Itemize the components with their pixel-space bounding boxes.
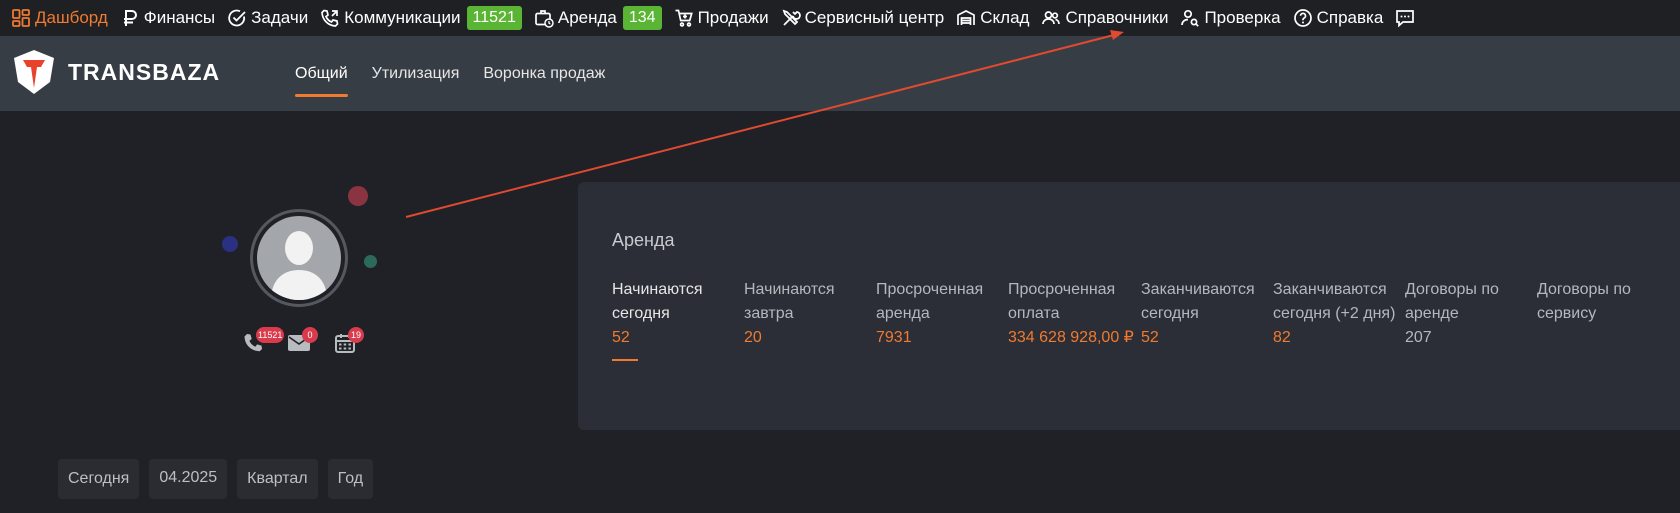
logo-text: TRANSBAZA — [68, 58, 221, 85]
stat-label: Просроченная аренда — [876, 281, 984, 322]
stat-overdue-rent[interactable]: Просроченная аренда 7931 — [876, 278, 1006, 350]
stat-label: Начинаются завтра — [744, 281, 835, 322]
user-placeholder-icon — [271, 231, 327, 300]
nav-label: Коммуникации — [344, 7, 461, 27]
decor-dot-green — [364, 255, 377, 268]
nav-item-communications[interactable]: Коммуникации 11521 — [320, 0, 522, 35]
period-selector: Сегодня 04.2025 Квартал Год — [58, 459, 383, 499]
nav-item-rent[interactable]: Аренда 134 — [534, 0, 662, 35]
calls-count-badge: 11521 — [256, 327, 285, 343]
nav-label: Задачи — [251, 7, 309, 27]
communications-count-badge: 11521 — [466, 5, 522, 30]
stat-label: Просроченная оплата — [1008, 281, 1116, 322]
stat-rent-contracts[interactable]: Договоры по аренде 207 — [1405, 278, 1525, 350]
stat-starting-tomorrow[interactable]: Начинаются завтра 20 — [744, 278, 874, 350]
logo[interactable]: TRANSBAZA — [10, 48, 220, 96]
stat-label: Заканчиваются сегодня (+2 дня) — [1273, 281, 1396, 322]
stat-value: 52 — [612, 329, 630, 346]
stat-service-contracts[interactable]: Договоры по сервису — [1537, 278, 1657, 326]
rent-stats-card: Аренда Начинаются сегодня 52 Начинаются … — [578, 182, 1680, 430]
period-today-button[interactable]: Сегодня — [58, 459, 140, 499]
check-circle-icon — [227, 8, 247, 28]
nav-item-finance[interactable]: Финансы — [120, 0, 215, 35]
tab-utilization[interactable]: Утилизация — [372, 36, 460, 111]
phone-icon — [320, 8, 340, 28]
tab-general[interactable]: Общий — [295, 36, 348, 111]
stat-value: 207 — [1405, 329, 1432, 346]
stat-value: 52 — [1141, 329, 1159, 346]
nav-item-warehouse[interactable]: Склад — [956, 0, 1029, 35]
nav-label: Дашборд — [35, 7, 108, 27]
nav-label: Проверка — [1204, 7, 1281, 27]
chat-button[interactable] — [1395, 0, 1419, 35]
stat-label: Договоры по аренде — [1405, 281, 1499, 322]
nav-item-service-center[interactable]: Сервисный центр — [781, 0, 945, 35]
nav-label: Сервисный центр — [804, 7, 945, 27]
period-quarter-button[interactable]: Квартал — [237, 459, 318, 499]
calendar-button[interactable]: 19 — [332, 327, 364, 356]
warehouse-icon — [956, 8, 976, 28]
stat-value: 7931 — [876, 329, 912, 346]
header-tabs: Общий Утилизация Воронка продаж — [295, 36, 629, 111]
profile-shortcuts: 11521 0 19 — [240, 327, 378, 356]
stat-value: 334 628 928,00 ₽ — [1008, 329, 1134, 346]
cart-icon — [674, 8, 694, 28]
mail-count-badge: 0 — [302, 327, 318, 343]
period-month-button[interactable]: 04.2025 — [149, 459, 228, 499]
nav-label: Продажи — [697, 7, 769, 27]
card-title: Аренда — [612, 230, 675, 250]
nav-label: Финансы — [143, 7, 216, 27]
rent-count-badge: 134 — [622, 5, 662, 30]
ruble-icon — [120, 8, 140, 28]
decor-dot-red — [348, 186, 368, 206]
nav-item-check[interactable]: Проверка — [1180, 0, 1281, 35]
tools-icon — [781, 8, 801, 28]
transbaza-logo-icon — [14, 50, 54, 94]
help-circle-icon — [1293, 8, 1313, 28]
mail-button[interactable]: 0 — [286, 327, 318, 356]
nav-label: Склад — [980, 7, 1030, 27]
calls-button[interactable]: 11521 — [240, 327, 285, 356]
dashboard-icon — [11, 8, 31, 28]
tab-sales-funnel[interactable]: Воронка продаж — [483, 36, 605, 111]
top-navigation: Дашборд Финансы Задачи Коммуникации 1152… — [0, 0, 1680, 35]
period-year-button[interactable]: Год — [327, 459, 374, 499]
nav-label: Справочники — [1065, 7, 1169, 27]
briefcase-clock-icon — [534, 8, 554, 28]
nav-label: Справка — [1316, 7, 1384, 27]
calendar-count-badge: 19 — [348, 327, 364, 343]
nav-label: Аренда — [557, 7, 617, 27]
nav-item-directories[interactable]: Справочники — [1041, 0, 1168, 35]
header-bar: TRANSBAZA Общий Утилизация Воронка прода… — [0, 36, 1680, 111]
nav-item-tasks[interactable]: Задачи — [227, 0, 308, 35]
decor-dot-blue — [222, 236, 238, 252]
nav-item-help[interactable]: Справка — [1293, 0, 1384, 35]
stat-overdue-payment[interactable]: Просроченная оплата 334 628 928,00 ₽ — [1008, 278, 1140, 350]
user-search-icon — [1180, 8, 1200, 28]
stat-value: 82 — [1273, 329, 1291, 346]
stat-label: Начинаются сегодня — [612, 281, 703, 322]
stat-label: Договоры по сервису — [1537, 281, 1631, 322]
stat-value: 20 — [744, 329, 762, 346]
stat-label: Заканчиваются сегодня — [1141, 281, 1255, 322]
active-stat-indicator — [612, 359, 638, 361]
nav-item-dashboard[interactable]: Дашборд — [11, 0, 108, 35]
users-icon — [1041, 8, 1061, 28]
stat-ending-today[interactable]: Заканчиваются сегодня 52 — [1141, 278, 1271, 350]
stat-ending-plus-two-days[interactable]: Заканчиваются сегодня (+2 дня) 82 — [1273, 278, 1405, 350]
nav-item-sales[interactable]: Продажи — [674, 0, 769, 35]
stat-starting-today[interactable]: Начинаются сегодня 52 — [612, 278, 742, 350]
avatar[interactable] — [250, 209, 348, 307]
chat-icon — [1395, 8, 1415, 28]
